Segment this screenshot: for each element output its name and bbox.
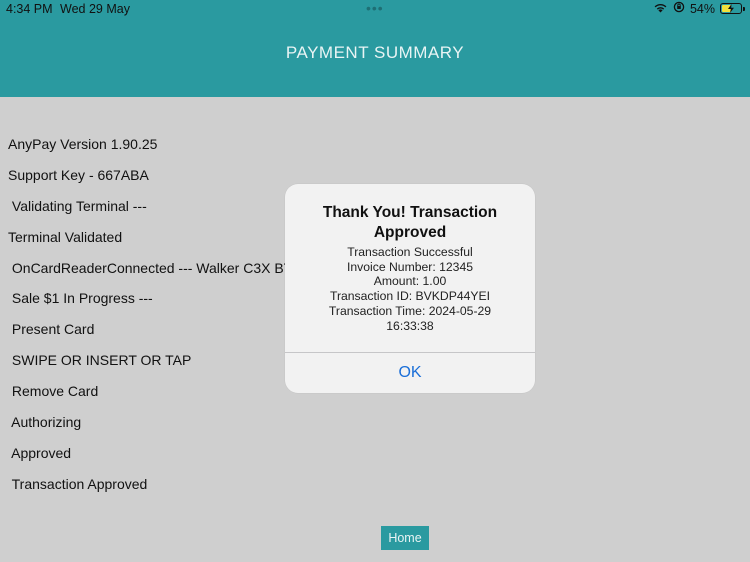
- ok-button[interactable]: OK: [285, 353, 535, 393]
- orientation-lock-icon: [673, 1, 685, 16]
- log-line: Present Card: [8, 321, 95, 337]
- battery-charging-icon: [720, 3, 745, 14]
- log-line: Sale $1 In Progress ---: [8, 290, 153, 306]
- log-line: AnyPay Version 1.90.25: [8, 136, 158, 152]
- status-date: Wed 29 May: [60, 2, 130, 16]
- log-line: Transaction Approved: [8, 476, 148, 492]
- status-time: 4:34 PM: [6, 2, 53, 16]
- alert-message: Transaction Successful Invoice Number: 1…: [328, 245, 492, 333]
- log-line: OnCardReaderConnected --- Walker C3X BT: [8, 260, 293, 276]
- log-line: Remove Card: [8, 383, 99, 399]
- log-line: SWIPE OR INSERT OR TAP: [8, 352, 192, 368]
- multitasking-dots-icon[interactable]: •••: [366, 0, 384, 16]
- log-line: Support Key - 667ABA: [8, 167, 149, 183]
- status-bar: 4:34 PM Wed 29 May ••• 54%: [0, 0, 750, 20]
- status-indicators: 54%: [653, 1, 745, 16]
- log-line: Validating Terminal ---: [8, 198, 147, 214]
- alert-title: Thank You! Transaction Approved: [322, 204, 498, 241]
- page-title: PAYMENT SUMMARY: [285, 43, 465, 62]
- battery-percentage: 54%: [689, 1, 715, 16]
- log-line: Approved: [8, 445, 72, 461]
- home-button[interactable]: Home: [381, 526, 429, 550]
- transaction-alert-dialog: Thank You! Transaction Approved Transact…: [285, 184, 535, 393]
- wifi-icon: [653, 2, 668, 16]
- log-line: Terminal Validated: [8, 229, 123, 245]
- log-line: Authorizing: [8, 414, 82, 430]
